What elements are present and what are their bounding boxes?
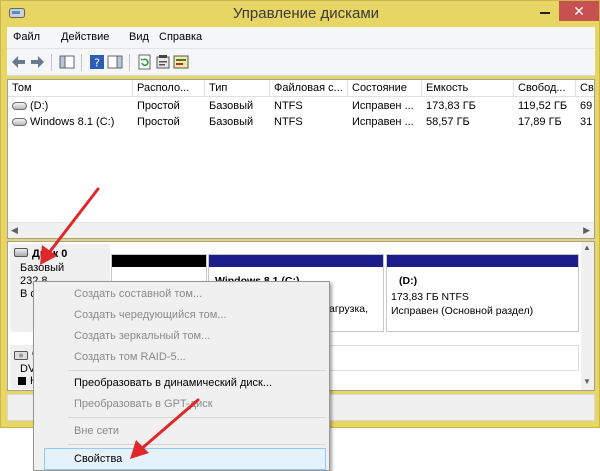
partition-status: Исправен (Основной раздел) (391, 305, 534, 317)
cd-drive-icon (14, 351, 28, 360)
volume-status: Исправен ... (352, 100, 414, 112)
volume-layout: Простой (137, 116, 180, 128)
primary-partition-bar (209, 255, 383, 267)
legend-unallocated-swatch (18, 377, 26, 385)
disk-management-app-icon (9, 8, 25, 18)
unallocated-bar (112, 255, 206, 267)
toolbar-separator (129, 54, 130, 71)
menu-help[interactable]: Справка (159, 31, 202, 43)
volume-capacity: 173,83 ГБ (426, 100, 476, 112)
volume-free-pct: 69 (580, 100, 593, 112)
volume-filesystem: NTFS (274, 100, 303, 112)
volume-status: Исправен ... (352, 116, 414, 128)
menu-item-convert-dynamic[interactable]: Преобразовать в динамический диск... (74, 377, 272, 389)
scroll-up-icon[interactable]: ▲ (583, 243, 591, 252)
refresh-icon[interactable] (137, 54, 153, 70)
menu-item-create-spanned[interactable]: Создать составной том... (74, 288, 202, 300)
volume-list-header: Том Располо... Тип Файловая с... Состоян… (8, 80, 594, 97)
horizontal-scrollbar[interactable]: ◀ ▶ (8, 222, 594, 238)
vertical-scrollbar[interactable]: ▲ ▼ (581, 242, 594, 390)
properties-icon[interactable] (155, 54, 171, 70)
action-pane-icon[interactable] (107, 54, 123, 70)
menu-separator (68, 370, 326, 371)
menu-item-convert-gpt[interactable]: Преобразовать в GPT-диск (74, 398, 213, 410)
volume-name: (D:) (30, 100, 49, 112)
forward-arrow-icon[interactable] (29, 54, 45, 70)
col-filesystem[interactable]: Файловая с... (270, 80, 348, 97)
window-title: Управление дисками (232, 5, 380, 22)
disk-context-menu: Создать составной том... Создать чередую… (33, 281, 330, 471)
menu-item-properties[interactable]: Свойства (74, 453, 122, 465)
settings-icon[interactable] (173, 54, 189, 70)
svg-text:?: ? (94, 57, 100, 70)
toolbar-separator (81, 54, 82, 71)
menu-item-create-raid5[interactable]: Создать том RAID-5... (74, 351, 186, 363)
col-volume[interactable]: Том (8, 80, 133, 97)
menu-item-offline[interactable]: Вне сети (74, 425, 119, 437)
table-row[interactable]: Windows 8.1 (C:) Простой Базовый NTFS Ис… (8, 114, 594, 131)
menu-bar: Файл Действие Вид Справка (7, 27, 595, 49)
disk-0-type: Базовый (20, 262, 65, 274)
table-row[interactable]: (D:) Простой Базовый NTFS Исправен ... 1… (8, 98, 594, 115)
primary-partition-bar (387, 255, 578, 267)
volume-icon (12, 102, 27, 110)
col-status[interactable]: Состояние (348, 80, 422, 97)
menu-separator (68, 444, 326, 445)
volume-type: Базовый (209, 100, 254, 112)
volume-filesystem: NTFS (274, 116, 303, 128)
scroll-down-icon[interactable]: ▼ (583, 377, 591, 386)
hard-disk-icon (14, 248, 28, 257)
partition-size: 173,83 ГБ NTFS (391, 291, 469, 303)
partition-status: агрузка, (329, 303, 369, 315)
menu-item-create-mirrored[interactable]: Создать зеркальный том... (74, 330, 210, 342)
col-type[interactable]: Тип (205, 80, 270, 97)
volume-name: Windows 8.1 (C:) (30, 116, 115, 128)
menu-file[interactable]: Файл (13, 31, 40, 43)
col-capacity[interactable]: Емкость (422, 80, 514, 97)
menu-item-create-striped[interactable]: Создать чередующийся том... (74, 309, 227, 321)
volume-list: Том Располо... Тип Файловая с... Состоян… (7, 79, 595, 239)
console-tree-icon[interactable] (59, 54, 75, 70)
minimize-button[interactable] (531, 1, 559, 21)
volume-icon (12, 118, 27, 126)
disk-0-name: Диск 0 (32, 248, 68, 260)
volume-free-pct: 31 (580, 116, 593, 128)
back-arrow-icon[interactable] (11, 54, 27, 70)
close-button[interactable]: ✕ (559, 1, 599, 21)
volume-free: 17,89 ГБ (518, 116, 562, 128)
partition-title: (D:) (399, 275, 418, 287)
menu-action[interactable]: Действие (61, 31, 109, 43)
scroll-left-icon[interactable]: ◀ (11, 225, 18, 236)
volume-layout: Простой (137, 100, 180, 112)
col-layout[interactable]: Располо... (133, 80, 205, 97)
scroll-right-icon[interactable]: ▶ (583, 225, 590, 236)
volume-capacity: 58,57 ГБ (426, 116, 470, 128)
close-icon: ✕ (573, 3, 585, 19)
volume-free: 119,52 ГБ (518, 100, 568, 112)
menu-view[interactable]: Вид (129, 31, 149, 43)
volume-type: Базовый (209, 116, 254, 128)
title-bar[interactable]: Управление дисками ✕ (1, 1, 599, 27)
col-free[interactable]: Свобод... (514, 80, 576, 97)
partition-d[interactable]: (D:) 173,83 ГБ NTFS Исправен (Основной р… (386, 254, 579, 332)
menu-separator (68, 417, 326, 418)
help-icon[interactable]: ? (89, 54, 105, 70)
toolbar: ? (7, 49, 595, 76)
col-free-pct[interactable]: Св (576, 80, 594, 97)
toolbar-separator (51, 54, 52, 71)
